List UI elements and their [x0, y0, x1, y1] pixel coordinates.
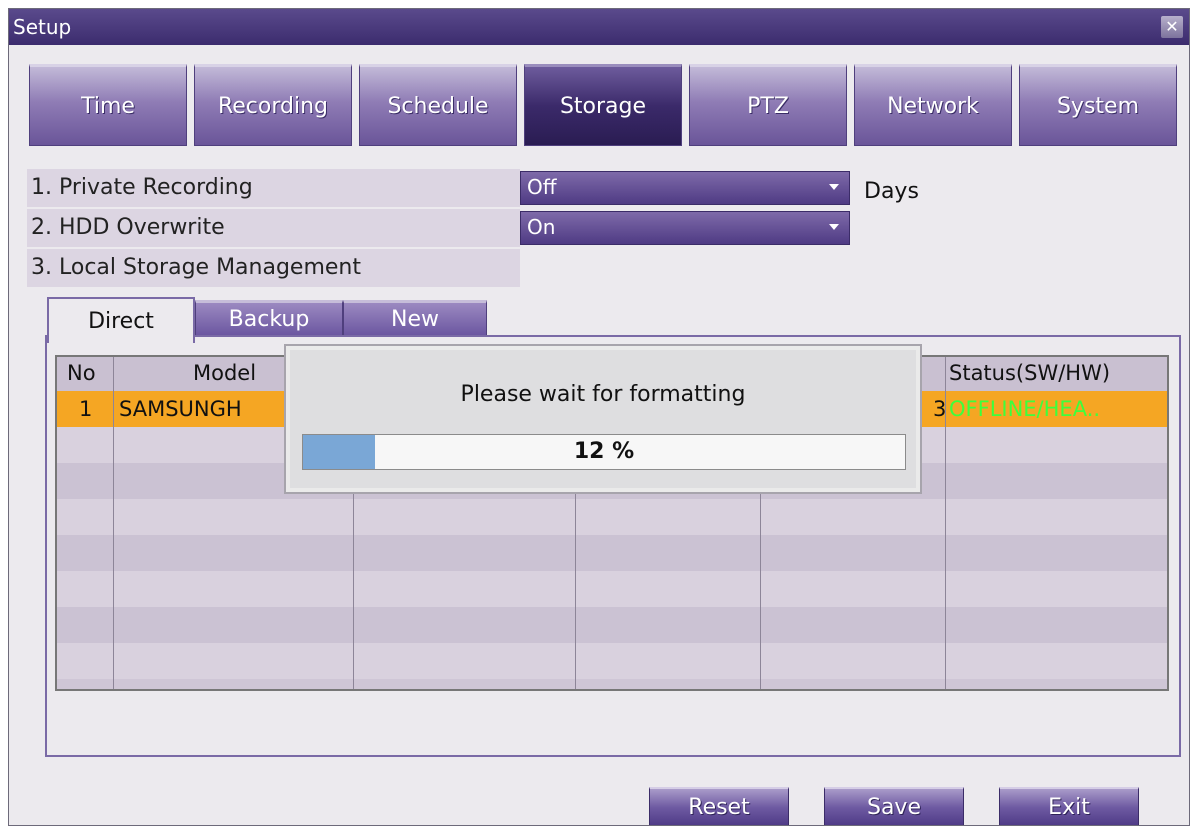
dialog-message: Please wait for formatting	[460, 382, 746, 407]
header-no: No	[67, 361, 96, 385]
column-divider	[113, 357, 114, 689]
tab-network[interactable]: Network	[854, 64, 1012, 146]
chevron-down-icon	[829, 184, 839, 190]
row-no: 1	[79, 397, 93, 421]
progress-text: 12 %	[573, 439, 635, 464]
tab-time[interactable]: Time	[29, 64, 187, 146]
tab-schedule[interactable]: Schedule	[359, 64, 517, 146]
title-bar: Setup ✕	[9, 9, 1189, 45]
tab-storage[interactable]: Storage	[524, 64, 682, 146]
private-recording-label: 1. Private Recording	[27, 169, 520, 207]
close-icon[interactable]: ✕	[1161, 16, 1183, 38]
table-row	[57, 499, 1167, 535]
hdd-overwrite-label: 2. HDD Overwrite	[27, 209, 520, 247]
private-recording-dropdown[interactable]: Off	[520, 171, 850, 205]
format-progress-bar: 12 %	[302, 434, 906, 470]
subtab-backup[interactable]: Backup	[195, 300, 343, 337]
table-row	[57, 607, 1167, 643]
row-size-tail: 3	[933, 397, 947, 421]
save-button[interactable]: Save	[824, 787, 964, 825]
formatting-dialog: Please wait for formatting 12 %	[284, 344, 922, 494]
exit-button[interactable]: Exit	[999, 787, 1139, 825]
hdd-overwrite-value: On	[527, 215, 556, 239]
days-label: Days	[864, 179, 919, 204]
tab-ptz[interactable]: PTZ	[689, 64, 847, 146]
window-title: Setup	[13, 15, 72, 39]
reset-button[interactable]: Reset	[649, 787, 789, 825]
tab-system[interactable]: System	[1019, 64, 1177, 146]
subtab-new[interactable]: New	[343, 300, 487, 337]
row-status: OFFLINE/HEA..	[949, 397, 1101, 421]
subtab-direct[interactable]: Direct	[47, 297, 195, 343]
tab-recording[interactable]: Recording	[194, 64, 352, 146]
table-row	[57, 571, 1167, 607]
hdd-overwrite-dropdown[interactable]: On	[520, 211, 850, 245]
table-row	[57, 643, 1167, 679]
private-recording-value: Off	[527, 175, 557, 199]
local-storage-label: 3. Local Storage Management	[27, 249, 520, 287]
table-row	[57, 535, 1167, 571]
header-model: Model	[193, 361, 257, 385]
chevron-down-icon	[829, 224, 839, 230]
header-status: Status(SW/HW)	[949, 361, 1111, 385]
